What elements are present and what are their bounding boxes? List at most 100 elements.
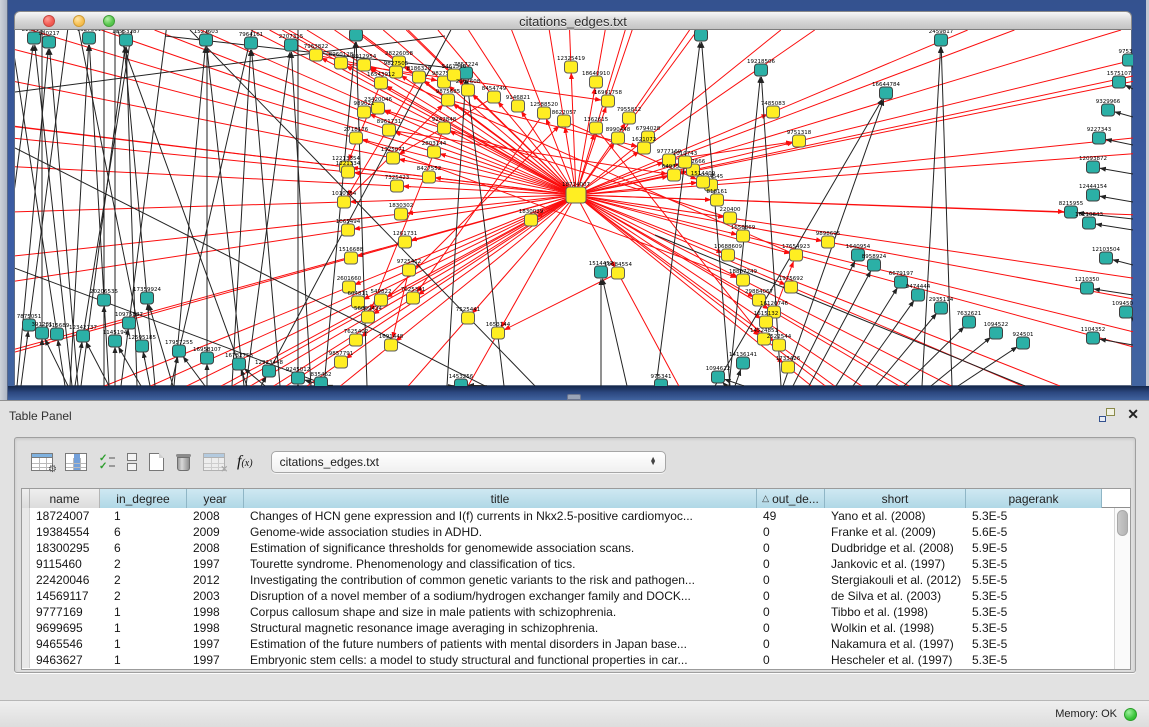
graph-node[interactable]: 8813054 <box>689 30 714 41</box>
table-cell: Tibbo et al. (1998) <box>825 604 966 620</box>
table-row[interactable]: 969969511998Structural magnetic resonanc… <box>22 620 1130 636</box>
table-row[interactable]: 1872400712008Changes of HCN gene express… <box>22 508 1130 524</box>
graph-node[interactable]: 10688609 <box>714 244 742 261</box>
graph-node[interactable]: 7625402 <box>344 329 369 346</box>
graph-node[interactable]: 14136141 <box>729 352 757 369</box>
graph-node[interactable]: 8454749 <box>482 86 507 103</box>
function-builder-icon[interactable]: f(x) <box>237 453 253 471</box>
svg-text:220400: 220400 <box>720 207 741 213</box>
svg-text:16210643: 16210643 <box>1075 212 1103 218</box>
graph-node[interactable]: 1453256 <box>449 374 474 386</box>
svg-text:12444154: 12444154 <box>1079 184 1107 190</box>
delete-column-icon[interactable] <box>176 453 191 471</box>
delete-table-icon[interactable]: ✕ <box>203 453 225 471</box>
scrollbar-thumb[interactable] <box>1117 510 1128 536</box>
table-row[interactable]: 946362711997Embryonic stem cells: a mode… <box>22 652 1130 668</box>
svg-text:8960128: 8960128 <box>329 52 354 58</box>
svg-text:1975692: 1975692 <box>779 276 804 282</box>
graph-node[interactable]: 12505185 <box>128 335 156 352</box>
column-header-out_de[interactable]: △out_de... <box>757 489 825 508</box>
table-vertical-scrollbar[interactable] <box>1114 508 1130 669</box>
graph-node[interactable]: 816161 <box>707 189 728 206</box>
graph-node[interactable]: 12103504 <box>1092 247 1120 264</box>
create-column-icon[interactable] <box>149 453 164 471</box>
graph-node[interactable]: 7632621 <box>957 311 982 328</box>
table-row[interactable]: 1938455462009Genome-wide association stu… <box>22 524 1130 540</box>
float-window-icon[interactable] <box>1099 408 1115 422</box>
svg-text:7632621: 7632621 <box>957 311 982 317</box>
row-gutter <box>22 556 30 572</box>
graph-node[interactable]: 1104352 <box>1081 327 1106 344</box>
graph-node[interactable]: 9227343 <box>1087 127 1112 144</box>
graph-node[interactable]: 2207315 <box>279 34 304 51</box>
table-row[interactable]: 1456911722003Disruption of a novel membe… <box>22 588 1130 604</box>
graph-node[interactable]: 16210643 <box>1075 212 1103 229</box>
table-cell: 9465546 <box>30 636 100 652</box>
graph-node[interactable]: 8960128 <box>329 52 354 69</box>
graph-node[interactable]: 17957255 <box>165 340 193 357</box>
graph-node[interactable]: 7525441 <box>456 307 481 324</box>
graph-node[interactable]: 17359924 <box>133 287 161 304</box>
graph-hub-node[interactable]: 18724007 <box>562 182 590 203</box>
table-row[interactable]: 946554611997Estimation of the future num… <box>22 636 1130 652</box>
graph-node[interactable]: 12444154 <box>1079 184 1107 201</box>
column-visibility-icon[interactable] <box>65 453 87 471</box>
table-select-dropdown[interactable]: citations_edges.txt ▲▼ <box>271 451 666 473</box>
graph-node[interactable]: 9329966 <box>1096 99 1121 116</box>
graph-node[interactable]: 7955812 <box>617 107 642 124</box>
graph-node[interactable]: 9898695 <box>816 231 841 248</box>
column-header-year[interactable]: year <box>187 489 244 508</box>
svg-text:12588520: 12588520 <box>530 102 558 108</box>
table-cell: Investigating the contribution of common… <box>244 572 757 588</box>
window-titlebar[interactable]: citations_edges.txt <box>14 11 1132 30</box>
column-header-name[interactable]: name <box>30 489 100 508</box>
table-row[interactable]: 911546021997Tourette syndrome. Phenomeno… <box>22 556 1130 572</box>
graph-node[interactable]: 9875685 <box>436 89 461 106</box>
graph-node[interactable]: 7325423 <box>385 175 410 192</box>
graph-node[interactable]: 12093872 <box>1079 156 1107 173</box>
graph-node[interactable]: 19584554 <box>604 262 632 279</box>
table-row[interactable]: 1830029562008Estimation of significance … <box>22 540 1130 556</box>
graph-node[interactable]: 9146821 <box>506 95 531 112</box>
row-gutter <box>22 636 30 652</box>
graph-node[interactable]: 2459817 <box>929 30 954 46</box>
graph-node[interactable]: 1653144 <box>486 322 511 339</box>
graph-node[interactable]: 10553287 <box>112 30 140 46</box>
graph-node[interactable]: 1094522 <box>984 322 1009 339</box>
graph-node[interactable]: 924501 <box>1013 332 1034 349</box>
table-settings-icon[interactable]: ⚙ <box>31 453 53 471</box>
split-view-icon[interactable] <box>127 453 137 471</box>
table-row[interactable]: 2242004622012Investigating the contribut… <box>22 572 1130 588</box>
graph-node[interactable]: 18807249 <box>729 269 757 286</box>
table-cell: 0 <box>757 636 825 652</box>
graph-node[interactable]: 8427552 <box>417 166 442 183</box>
table-row[interactable]: 977716911998Corpus callosum shape and si… <box>22 604 1130 620</box>
graph-node[interactable]: 1065494 <box>336 219 361 236</box>
network-canvas[interactable]: 2203137330217132706110553287152760379641… <box>14 30 1132 386</box>
graph-node[interactable]: 16644784 <box>872 82 900 99</box>
row-selection-mode-icon[interactable]: ✓✓ <box>99 453 115 471</box>
graph-node[interactable]: 16958107 <box>193 347 221 364</box>
svg-text:9242848: 9242848 <box>432 117 457 123</box>
column-header-short[interactable]: short <box>825 489 966 508</box>
svg-text:12342737: 12342737 <box>69 325 97 331</box>
memory-ok-indicator-icon <box>1124 708 1137 721</box>
graph-node[interactable]: 1010754 <box>332 191 357 208</box>
graph-node[interactable]: 975341 <box>651 374 672 386</box>
column-header-in_degree[interactable]: in_degree <box>100 489 187 508</box>
graph-node[interactable]: 10945012 <box>1112 301 1133 318</box>
graph-node[interactable]: 835462 <box>311 372 332 386</box>
column-header-pagerank[interactable]: pagerank <box>966 489 1102 508</box>
table-header-row: namein_degreeyeartitle△out_de...shortpag… <box>22 489 1130 508</box>
graph-node[interactable]: 8958924 <box>862 254 887 271</box>
graph-node[interactable]: 1615132 <box>754 311 779 328</box>
graph-node[interactable]: 1210350 <box>1075 277 1100 294</box>
column-header-title[interactable]: title <box>244 489 757 508</box>
close-panel-icon[interactable]: ✕ <box>1127 406 1139 423</box>
graph-node[interactable]: 1830302 <box>389 203 414 220</box>
graph-node[interactable]: 9857791 <box>329 351 354 368</box>
svg-text:975341: 975341 <box>651 374 672 380</box>
graph-node[interactable]: 16961758 <box>594 90 622 107</box>
svg-text:19218506: 19218506 <box>747 59 775 65</box>
graph-node[interactable]: 18640910 <box>582 71 610 88</box>
